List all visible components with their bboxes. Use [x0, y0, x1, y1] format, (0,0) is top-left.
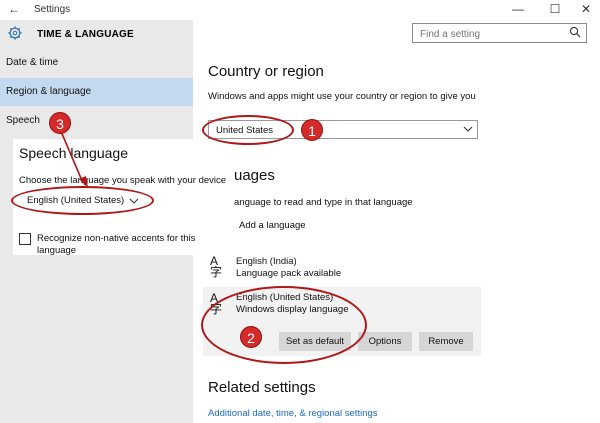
- annotation-badge-2: 2: [240, 326, 262, 348]
- search-box[interactable]: [412, 23, 587, 44]
- country-description: Windows and apps might use your country …: [208, 91, 476, 102]
- highlight-ellipse-country: [202, 115, 294, 145]
- languages-heading: uages: [234, 167, 275, 184]
- languages-description: anguage to read and type in that languag…: [234, 197, 413, 208]
- language-item[interactable]: A字 English (India) Language pack availab…: [208, 253, 478, 285]
- window-title: Settings: [34, 4, 71, 15]
- highlight-ellipse-display-language: [201, 286, 367, 364]
- section-title: TIME & LANGUAGE: [37, 29, 134, 40]
- additional-settings-link[interactable]: Additional date, time, & regional settin…: [208, 408, 378, 419]
- sidebar-item-region-language[interactable]: Region & language: [0, 78, 193, 106]
- remove-button[interactable]: Remove: [419, 332, 473, 351]
- sidebar-item-date-time[interactable]: Date & time: [0, 49, 193, 77]
- options-button[interactable]: Options: [358, 332, 412, 351]
- annotation-arrow: [59, 128, 88, 188]
- add-language-button[interactable]: Add a language: [239, 220, 306, 232]
- speech-description: Choose the language you speak with your …: [19, 175, 227, 186]
- language-icon: A字: [210, 254, 223, 279]
- checkbox-label: Recognize non-native accents for this la…: [37, 233, 196, 256]
- gear-icon: [8, 26, 22, 40]
- language-name: English (India): [236, 256, 297, 267]
- language-status: Language pack available: [236, 268, 342, 279]
- annotation-badge-1: 1: [301, 119, 323, 141]
- related-heading: Related settings: [208, 379, 316, 396]
- minimize-button[interactable]: —: [508, 2, 528, 16]
- search-input[interactable]: [413, 25, 570, 44]
- country-heading: Country or region: [208, 63, 324, 80]
- annotation-badge-3: 3: [49, 112, 71, 134]
- back-arrow-icon[interactable]: ←: [8, 2, 20, 16]
- non-native-accents-checkbox[interactable]: [19, 233, 31, 245]
- search-icon: [569, 26, 581, 38]
- sidebar-item-speech[interactable]: Speech: [0, 107, 193, 135]
- close-button[interactable]: ✕: [576, 2, 596, 16]
- chevron-down-icon: [463, 126, 473, 132]
- title-bar: ← Settings — ☐ ✕: [0, 0, 600, 20]
- maximize-button[interactable]: ☐: [545, 2, 565, 16]
